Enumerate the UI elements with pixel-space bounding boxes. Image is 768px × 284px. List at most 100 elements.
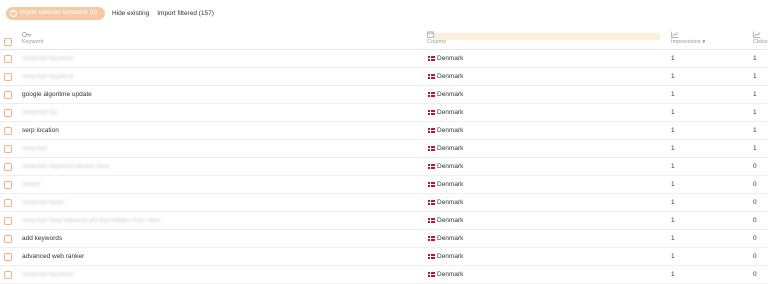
country-cell: Denmark — [428, 73, 463, 80]
country-name: Denmark — [437, 91, 464, 98]
clicks-cell: 1 — [753, 91, 757, 98]
impressions-cell: 1 — [671, 163, 675, 170]
table-row[interactable]: redacted keyword phrase here Denmark 1 0 — [0, 158, 768, 176]
impressions-cell: 1 — [671, 109, 675, 116]
clicks-cell: 0 — [753, 181, 757, 188]
table-body: redacted keyword Denmark 1 1 redacted keywor… — [0, 50, 768, 284]
denmark-flag-icon — [428, 236, 435, 241]
keyword-cell: redacted — [22, 145, 48, 152]
clicks-cell: 1 — [753, 145, 757, 152]
clicks-cell: 0 — [753, 199, 757, 206]
country-cell: Denmark — [428, 109, 463, 116]
clicks-cell: 0 — [753, 217, 757, 224]
keyword-cell: redacted keyword — [22, 271, 74, 278]
key-icon — [22, 31, 43, 38]
clicks-cell: 1 — [753, 55, 757, 62]
denmark-flag-icon — [428, 200, 435, 205]
select-all-checkbox[interactable] — [4, 38, 12, 46]
row-checkbox[interactable] — [4, 181, 12, 189]
table-row[interactable]: serp location Denmark 1 1 — [0, 122, 768, 140]
country-cell: Denmark — [428, 91, 463, 98]
plus-circle-icon: + — [10, 9, 17, 17]
country-name: Denmark — [437, 109, 464, 116]
keyword-cell: redacted keyw — [22, 199, 64, 206]
country-cell: Denmark — [428, 217, 463, 224]
denmark-flag-icon — [428, 218, 435, 223]
import-selected-button[interactable]: + Import selected keywords (0) — [6, 6, 105, 20]
denmark-flag-icon — [428, 74, 435, 79]
keyword-cell: serp location — [22, 127, 59, 134]
row-checkbox[interactable] — [4, 91, 12, 99]
table-row[interactable]: redacted keyword Denmark 1 1 — [0, 50, 768, 68]
table-row[interactable]: redact Denmark 1 0 — [0, 176, 768, 194]
table-row[interactable]: redacted Denmark 1 1 — [0, 140, 768, 158]
denmark-flag-icon — [428, 146, 435, 151]
country-cell: Denmark — [428, 181, 463, 188]
hide-existing-link[interactable]: Hide existing — [112, 10, 149, 17]
denmark-flag-icon — [428, 254, 435, 259]
column-keyword[interactable]: Keyword — [22, 31, 43, 45]
country-name: Denmark — [437, 163, 464, 170]
impressions-cell: 1 — [671, 199, 675, 206]
country-name: Denmark — [437, 271, 464, 278]
country-cell: Denmark — [428, 199, 463, 206]
country-cell: Denmark — [428, 55, 463, 62]
row-checkbox[interactable] — [4, 163, 12, 171]
country-cell: Denmark — [428, 271, 463, 278]
row-checkbox[interactable] — [4, 253, 12, 261]
row-checkbox[interactable] — [4, 109, 12, 117]
table-row[interactable]: google algoritme update Denmark 1 1 — [0, 86, 768, 104]
denmark-flag-icon — [428, 110, 435, 115]
row-checkbox[interactable] — [4, 145, 12, 153]
column-keyword-label: Keyword — [22, 39, 44, 45]
table-row[interactable]: redacted keyw Denmark 1 0 — [0, 194, 768, 212]
import-filtered-link[interactable]: Import filtered (157) — [157, 10, 214, 17]
table-row[interactable]: redacted long keyword phrase hidden from… — [0, 212, 768, 230]
denmark-flag-icon — [428, 182, 435, 187]
keyword-cell: advanced web ranker — [22, 253, 85, 260]
row-checkbox[interactable] — [4, 127, 12, 135]
keyword-cell: redacted keyword — [22, 55, 74, 62]
denmark-flag-icon — [428, 56, 435, 61]
sort-desc-icon[interactable]: ▼ — [702, 39, 706, 44]
column-impressions[interactable]: Impressions▼ — [671, 31, 706, 45]
denmark-flag-icon — [428, 164, 435, 169]
row-checkbox[interactable] — [4, 235, 12, 243]
column-clicks-label: Clicks — [753, 39, 768, 45]
table-row[interactable]: redacted keyword Denmark 1 0 — [0, 266, 768, 284]
table-row[interactable]: advanced web ranker Denmark 1 0 — [0, 248, 768, 266]
keyword-cell: redacted keyword phrase here — [22, 163, 110, 170]
keyword-cell: redacted kw — [22, 109, 58, 116]
table-header: Keyword Country Impressions▼ Clicks — [0, 28, 768, 50]
row-checkbox[interactable] — [4, 55, 12, 63]
keyword-cell: redacted long keyword phrase hidden from… — [22, 217, 161, 224]
keyword-cell: google algoritme update — [22, 91, 92, 98]
country-name: Denmark — [437, 199, 464, 206]
impressions-cell: 1 — [671, 91, 675, 98]
impressions-cell: 1 — [671, 55, 675, 62]
table-row[interactable]: redacted kw Denmark 1 1 — [0, 104, 768, 122]
row-checkbox[interactable] — [4, 271, 12, 279]
clicks-cell: 1 — [753, 73, 757, 80]
country-cell: Denmark — [428, 253, 463, 260]
column-country[interactable]: Country — [427, 31, 663, 45]
row-checkbox[interactable] — [4, 73, 12, 81]
column-clicks[interactable]: Clicks — [753, 31, 768, 45]
impressions-cell: 1 — [671, 235, 675, 242]
table-row[interactable]: add keywords Denmark 1 0 — [0, 230, 768, 248]
row-checkbox[interactable] — [4, 217, 12, 225]
country-cell: Denmark — [428, 163, 463, 170]
row-checkbox[interactable] — [4, 199, 12, 207]
table-row[interactable]: redacted keyword Denmark 1 1 — [0, 68, 768, 86]
clicks-cell: 0 — [753, 163, 757, 170]
denmark-flag-icon — [428, 92, 435, 97]
impressions-cell: 1 — [671, 217, 675, 224]
clicks-cell: 0 — [753, 253, 757, 260]
clicks-cell: 1 — [753, 109, 757, 116]
clicks-cell: 1 — [753, 127, 757, 134]
import-selected-label: Import selected keywords (0) — [20, 10, 98, 16]
country-name: Denmark — [437, 55, 464, 62]
impressions-cell: 1 — [671, 181, 675, 188]
impressions-cell: 1 — [671, 73, 675, 80]
impressions-cell: 1 — [671, 253, 675, 260]
